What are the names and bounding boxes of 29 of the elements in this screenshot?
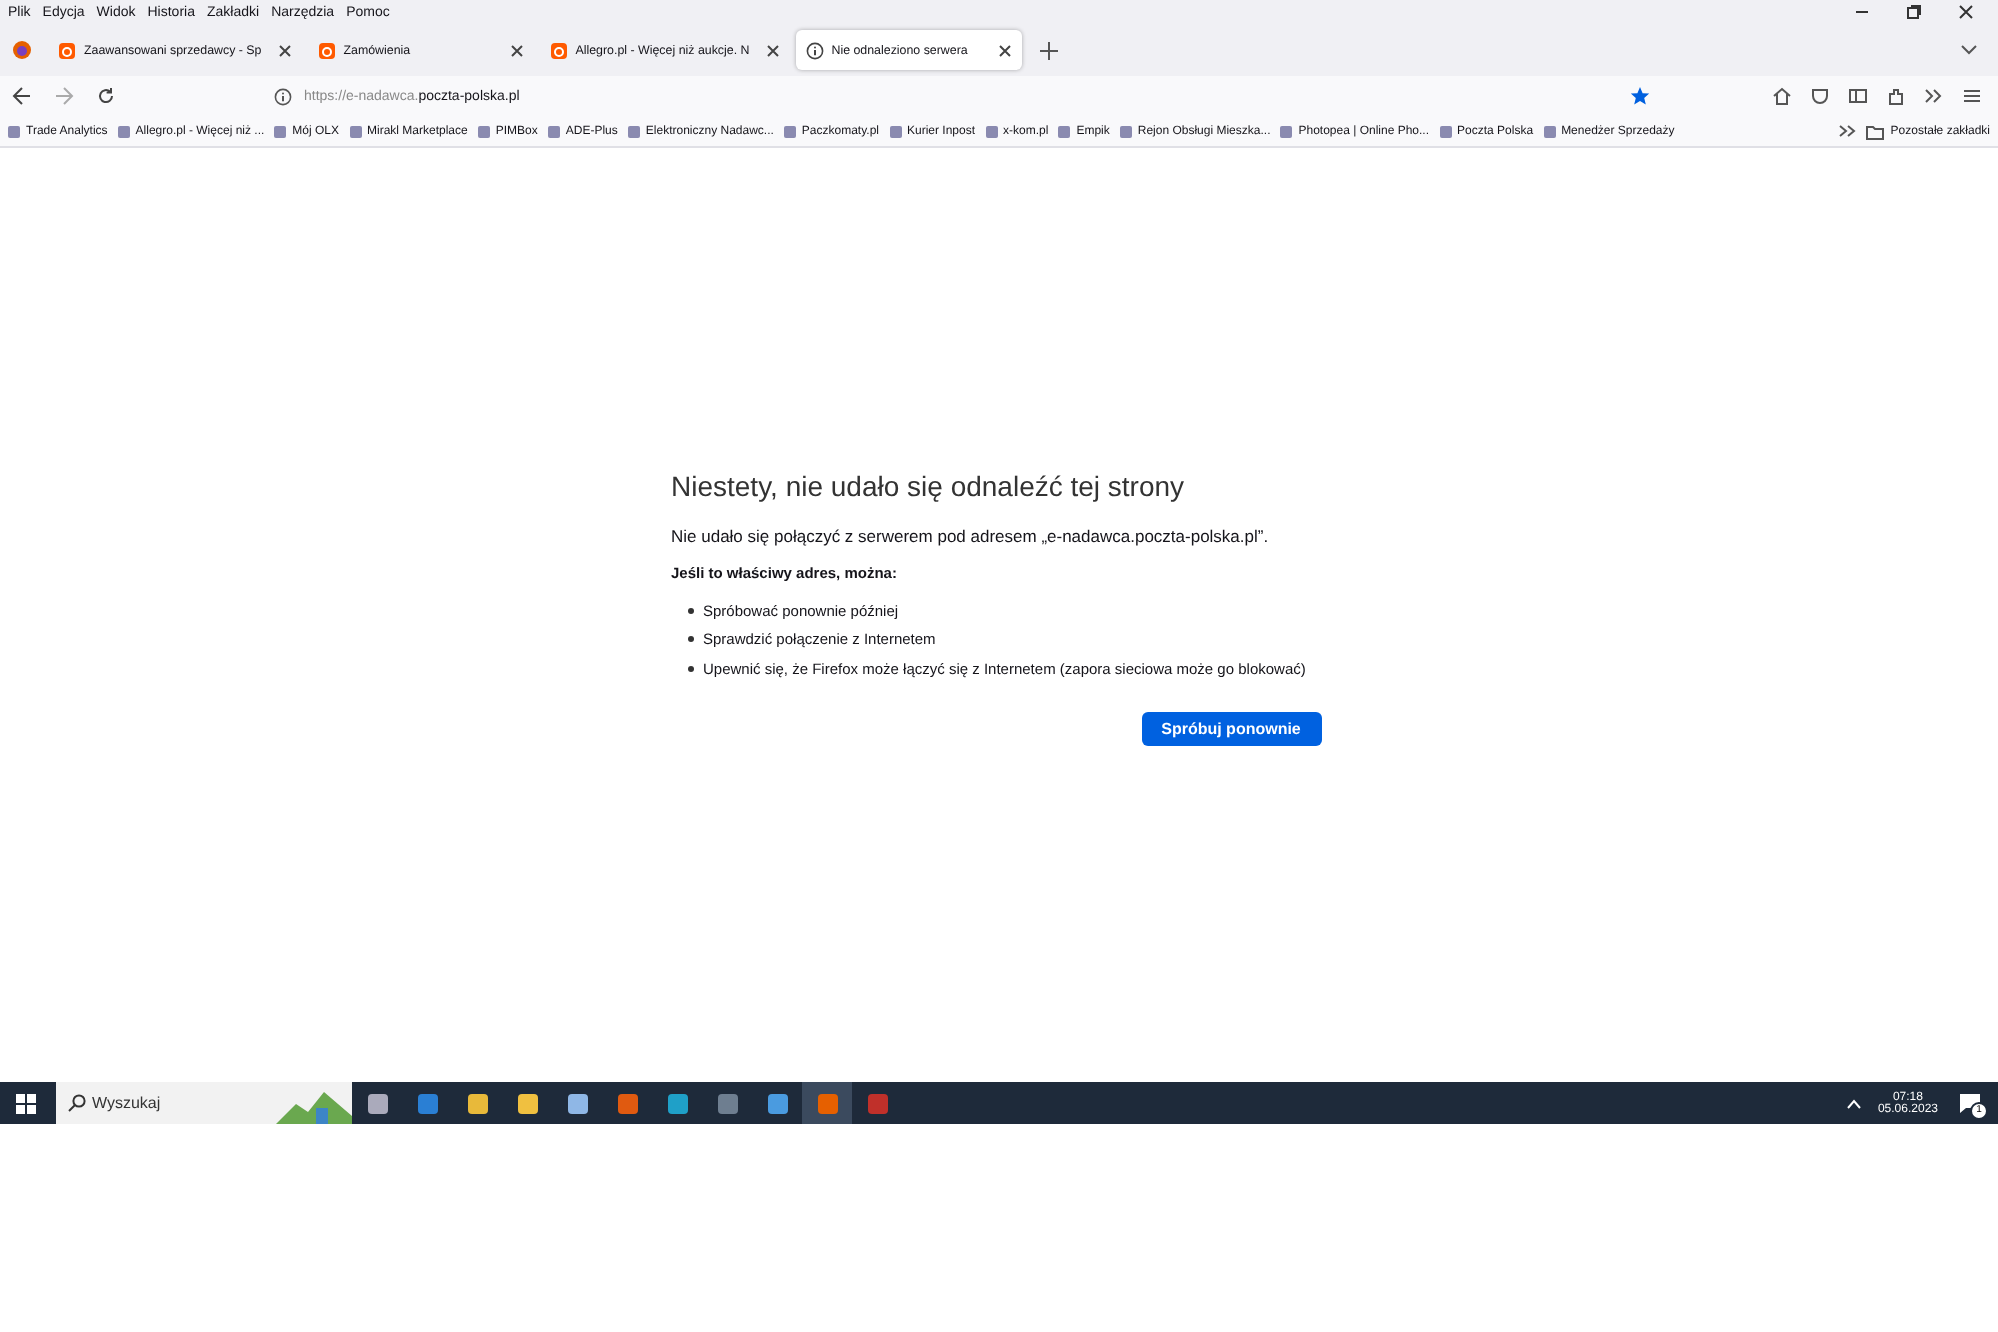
close-tab-icon[interactable] bbox=[277, 43, 292, 57]
error-message: Nie udało się połączyć z serwerem pod adresem „e-nadawca.poczta-polska.pl”. bbox=[671, 526, 1271, 546]
star-icon[interactable] bbox=[1630, 86, 1650, 106]
info-icon bbox=[805, 41, 824, 59]
error-title: Niestety, nie udało się odnaleźć tej strony bbox=[671, 470, 1187, 502]
chevron-up-icon[interactable] bbox=[1845, 1097, 1862, 1109]
close-tab-icon[interactable] bbox=[997, 43, 1012, 57]
taskbar-search-field[interactable]: Wyszukaj bbox=[56, 1082, 352, 1124]
bullet-icon bbox=[687, 636, 693, 643]
chevron-down-icon[interactable] bbox=[1960, 44, 1978, 56]
info-icon[interactable] bbox=[274, 87, 292, 105]
pocket-icon[interactable] bbox=[1810, 86, 1830, 106]
windows-start-icon[interactable] bbox=[16, 1093, 36, 1113]
extensions-icon[interactable] bbox=[1886, 86, 1906, 106]
sidebar-icon[interactable] bbox=[1848, 86, 1868, 106]
double-chevron-icon[interactable] bbox=[1924, 86, 1944, 106]
restore-icon[interactable] bbox=[1906, 4, 1922, 20]
menu-icon[interactable] bbox=[1962, 86, 1982, 106]
close-tab-icon[interactable] bbox=[509, 43, 524, 57]
retry-button[interactable]: Spróbuj ponownie bbox=[1141, 711, 1321, 745]
bullet-icon bbox=[687, 665, 693, 672]
reload-icon[interactable] bbox=[96, 86, 116, 106]
new-tab-icon[interactable] bbox=[1039, 41, 1058, 59]
close-tab-icon[interactable] bbox=[765, 43, 780, 57]
double-chevron-icon[interactable] bbox=[1838, 122, 1857, 140]
back-icon[interactable] bbox=[12, 86, 32, 106]
home-icon[interactable] bbox=[1772, 86, 1792, 106]
close-icon[interactable] bbox=[1958, 4, 1974, 20]
bullet-icon bbox=[687, 607, 693, 614]
